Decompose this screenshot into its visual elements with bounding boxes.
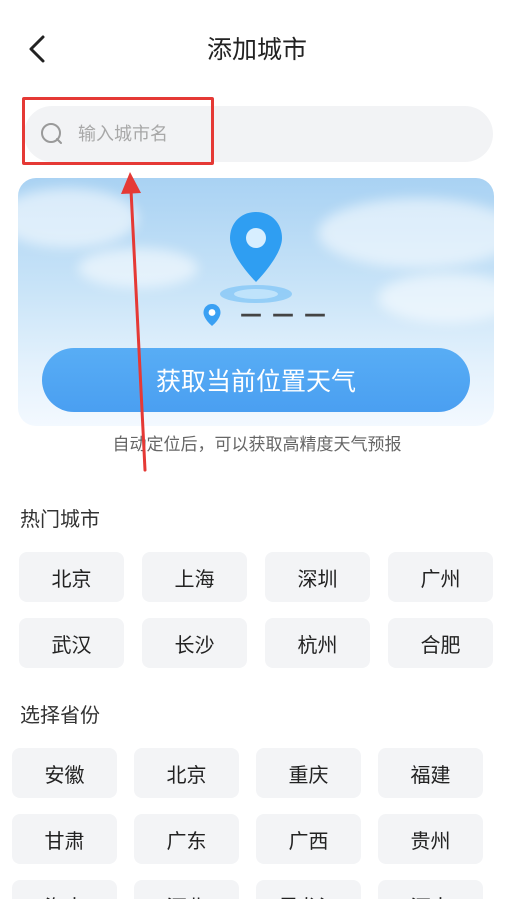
location-card: ——— 获取当前位置天气	[18, 178, 494, 426]
hot-city-chip[interactable]: 长沙	[142, 618, 247, 668]
hot-city-chip[interactable]: 深圳	[265, 552, 370, 602]
location-dot-icon	[203, 303, 221, 326]
province-chip[interactable]: 广东	[134, 814, 239, 864]
province-chip[interactable]: 北京	[134, 748, 239, 798]
map-pin-icon	[220, 212, 292, 303]
header: 添加城市	[0, 0, 514, 100]
province-chip[interactable]: 福建	[378, 748, 483, 798]
hot-city-chip[interactable]: 北京	[19, 552, 124, 602]
province-chip[interactable]: 广西	[256, 814, 361, 864]
hot-city-chip[interactable]: 广州	[388, 552, 493, 602]
hot-city-chip[interactable]: 武汉	[19, 618, 124, 668]
get-location-weather-button[interactable]: 获取当前位置天气	[42, 348, 470, 412]
annotation-highlight-box	[22, 97, 214, 165]
province-chip[interactable]: 安徽	[12, 748, 117, 798]
location-row: ———	[202, 302, 336, 327]
province-chip[interactable]: 重庆	[256, 748, 361, 798]
provinces-title: 选择省份	[20, 703, 100, 727]
hot-city-chip[interactable]: 上海	[142, 552, 247, 602]
hot-city-chip[interactable]: 合肥	[388, 618, 493, 668]
province-chip[interactable]: 河北	[134, 880, 239, 899]
province-chip[interactable]: 海南	[12, 880, 117, 899]
province-chip[interactable]: 黑龙江	[256, 880, 361, 899]
province-chip[interactable]: 甘肃	[12, 814, 117, 864]
province-chip[interactable]: 河南	[378, 880, 483, 899]
hot-city-chip[interactable]: 杭州	[265, 618, 370, 668]
page-title: 添加城市	[206, 35, 307, 64]
location-text: ———	[240, 302, 336, 327]
hot-cities-title: 热门城市	[20, 507, 100, 531]
location-tip: 自动定位后，可以获取高精度天气预报	[112, 435, 402, 455]
province-chip[interactable]: 贵州	[378, 814, 483, 864]
